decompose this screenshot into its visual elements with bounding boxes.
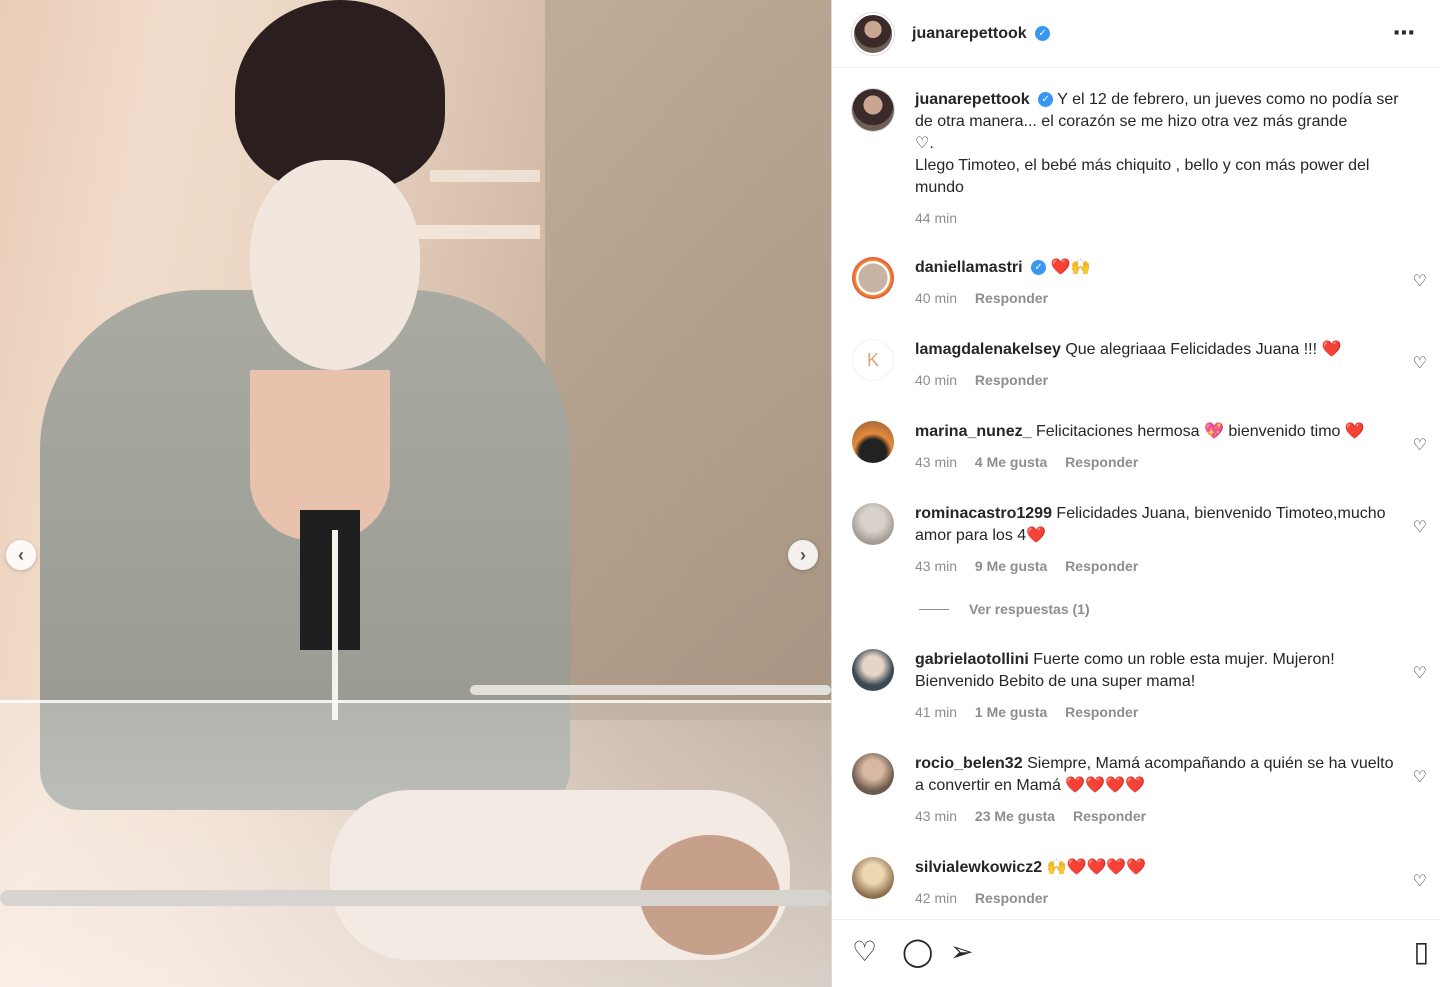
replies-divider (919, 608, 949, 610)
commenter-username[interactable]: silvialewkowicz2 (915, 859, 1042, 876)
commenter-username[interactable]: lamagdalenakelsey (915, 341, 1061, 358)
post-side-panel: juanarepettook ✓ ⋯ juanarepettook ✓ Y el… (831, 0, 1440, 987)
comment-likes[interactable]: 1 Me gusta (975, 704, 1047, 720)
post-header: juanarepettook ✓ ⋯ (832, 0, 1440, 68)
comment-like-icon[interactable]: ♡ (1413, 871, 1427, 891)
comment-text: Felicitaciones hermosa 💖 bienvenido timo… (1035, 423, 1365, 440)
caption-avatar[interactable] (852, 89, 894, 131)
verified-icon: ✓ (1031, 260, 1047, 276)
photo-crib-bar (0, 890, 831, 906)
next-image-button[interactable]: › (788, 540, 818, 570)
view-replies-button[interactable]: Ver respuestas (1) (919, 601, 1090, 617)
comment-like-icon[interactable]: ♡ (1413, 353, 1427, 373)
comments-list[interactable]: juanarepettook ✓ Y el 12 de febrero, un … (832, 69, 1440, 919)
verified-icon: ✓ (1035, 25, 1051, 41)
reply-button[interactable]: Responder (1065, 558, 1138, 574)
more-options-icon[interactable]: ⋯ (1393, 20, 1416, 46)
previous-image-button[interactable]: ‹ (6, 540, 36, 570)
commenter-avatar[interactable]: K (852, 339, 894, 381)
author-username[interactable]: juanarepettook ✓ (912, 25, 1051, 43)
comment-like-icon[interactable]: ♡ (1413, 435, 1427, 455)
reply-button[interactable]: Responder (1065, 704, 1138, 720)
post-photo[interactable]: ‹ › (0, 0, 831, 987)
caption-heart: ♡. (915, 135, 934, 152)
comment-time[interactable]: 40 min (915, 372, 957, 388)
verified-icon: ✓ (1038, 92, 1054, 108)
caption-time[interactable]: 44 min (915, 210, 957, 226)
comment-time[interactable]: 43 min (915, 454, 957, 470)
comment-time[interactable]: 43 min (915, 558, 957, 574)
comment-like-icon[interactable]: ♡ (1413, 767, 1427, 787)
reply-button[interactable]: Responder (975, 372, 1048, 388)
heart-icon[interactable]: ♡ (852, 938, 877, 966)
comment-like-icon[interactable]: ♡ (1413, 517, 1427, 537)
photo-crib-rail (470, 685, 831, 695)
caption-username[interactable]: juanarepettook (915, 91, 1030, 108)
comment-text: ❤️🙌 (1050, 259, 1091, 276)
reply-button[interactable]: Responder (1065, 454, 1138, 470)
comment-like-icon[interactable]: ♡ (1413, 663, 1427, 683)
view-replies-label[interactable]: Ver respuestas (1) (969, 601, 1090, 617)
reply-button[interactable]: Responder (1073, 808, 1146, 824)
caption-text-2: Llego Timoteo, el bebé más chiquito , be… (915, 157, 1370, 196)
bookmark-icon[interactable]: ▯ (1414, 938, 1429, 966)
photo-face (250, 160, 420, 370)
photo-wall (545, 0, 831, 720)
reply-button[interactable]: Responder (975, 290, 1048, 306)
comment-time[interactable]: 43 min (915, 808, 957, 824)
commenter-avatar[interactable] (852, 857, 894, 899)
chevron-right-icon: › (800, 544, 806, 565)
photo-shelf (430, 170, 540, 182)
comment-likes[interactable]: 9 Me gusta (975, 558, 1047, 574)
reply-button[interactable]: Responder (975, 890, 1048, 906)
commenter-username[interactable]: rocio_belen32 (915, 755, 1023, 772)
photo-garment (300, 510, 360, 650)
commenter-avatar[interactable] (852, 421, 894, 463)
commenter-avatar[interactable] (852, 753, 894, 795)
chevron-left-icon: ‹ (18, 544, 24, 565)
author-avatar[interactable] (852, 12, 894, 55)
commenter-username[interactable]: rominacastro1299 (915, 505, 1052, 522)
comment-likes[interactable]: 4 Me gusta (975, 454, 1047, 470)
commenter-username[interactable]: daniellamastri (915, 259, 1023, 276)
comment-time[interactable]: 41 min (915, 704, 957, 720)
photo-shelf (400, 225, 540, 239)
author-username-text[interactable]: juanarepettook (912, 25, 1027, 42)
photo-robe-tie (332, 530, 338, 720)
commenter-username[interactable]: gabrielaotollini (915, 651, 1029, 668)
comment-time[interactable]: 40 min (915, 290, 957, 306)
comment-likes[interactable]: 23 Me gusta (975, 808, 1055, 824)
comment-text: 🙌❤️❤️❤️❤️ (1046, 859, 1147, 876)
commenter-username[interactable]: marina_nunez_ (915, 423, 1031, 440)
comment-text: Que alegriaaa Felicidades Juana !!! ❤️ (1065, 341, 1342, 358)
comment-time[interactable]: 42 min (915, 890, 957, 906)
comment-icon[interactable]: ◯ (902, 938, 933, 966)
commenter-avatar[interactable] (852, 257, 894, 299)
post-actions-bar: ♡ ◯ ➢ ▯ (832, 919, 1440, 987)
share-icon[interactable]: ➢ (950, 938, 973, 966)
commenter-avatar[interactable] (852, 649, 894, 691)
commenter-avatar[interactable] (852, 503, 894, 545)
comment-like-icon[interactable]: ♡ (1413, 271, 1427, 291)
